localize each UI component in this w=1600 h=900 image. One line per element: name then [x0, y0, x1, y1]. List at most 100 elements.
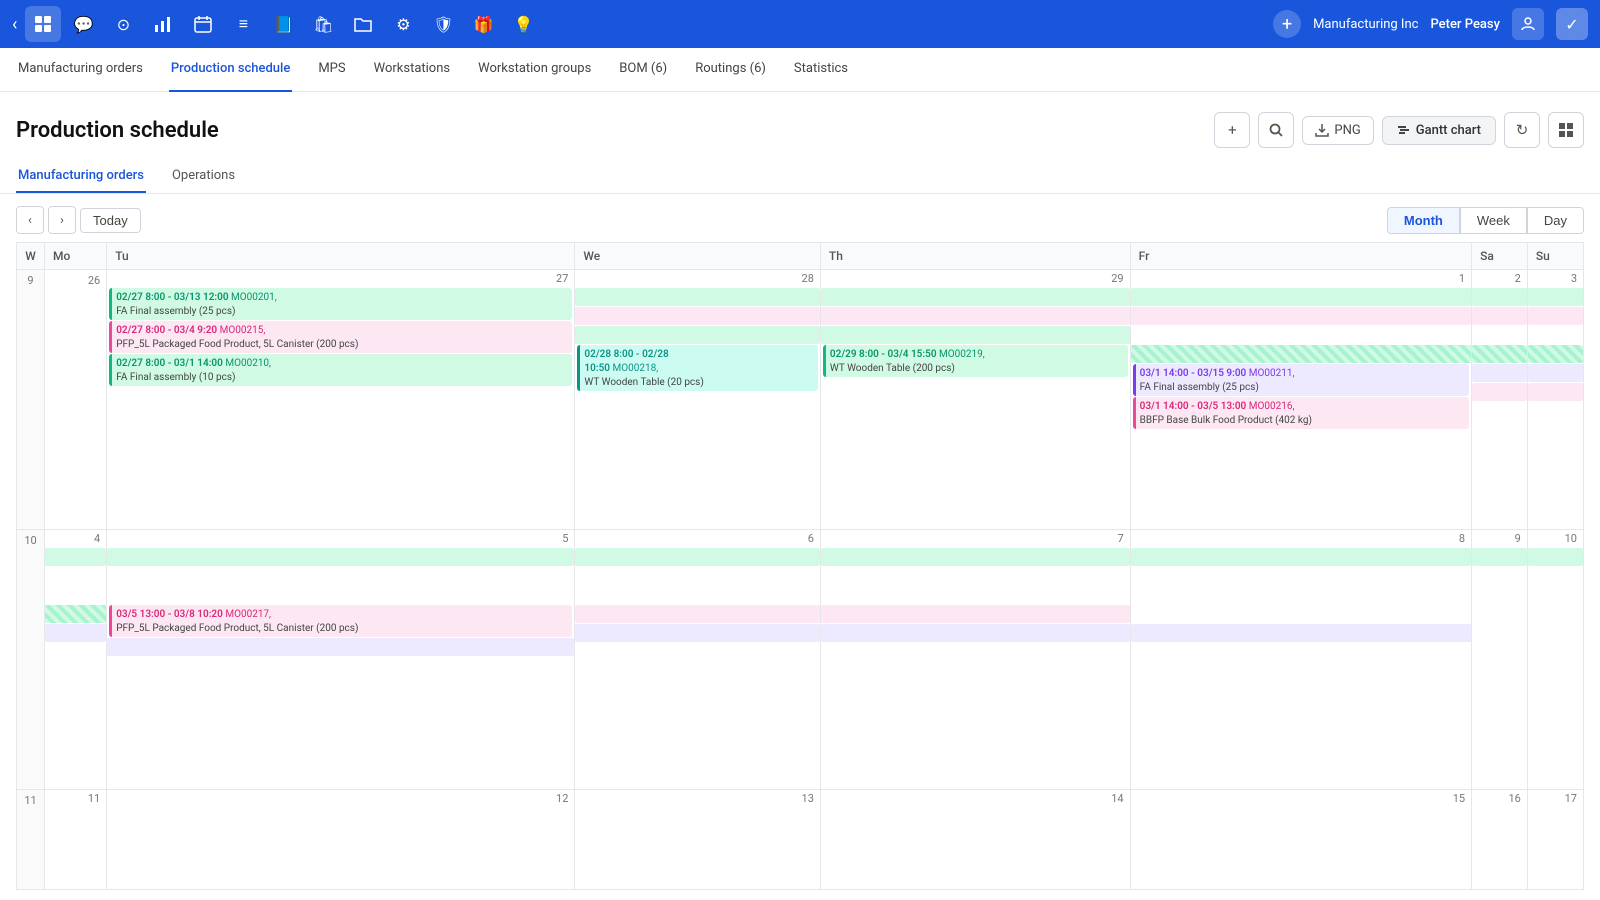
day-fri-8[interactable]: 8 [1130, 530, 1471, 790]
day-number: 15 [1131, 790, 1471, 807]
event-cont6-mo00211 [45, 624, 106, 642]
menu-production-schedule[interactable]: Production schedule [169, 48, 292, 92]
day-tue-5[interactable]: 5 03/5 13:00 - 03/8 10:20 MO00217, PFP_5… [107, 530, 575, 790]
subtab-operations[interactable]: Operations [170, 160, 237, 193]
list-icon[interactable]: ≡ [225, 6, 261, 42]
day-thu-7[interactable]: 7 [820, 530, 1130, 790]
event-cont5-mo00219 [1528, 345, 1583, 363]
export-png-button[interactable]: PNG [1302, 116, 1373, 145]
day-number: 28 [575, 270, 819, 287]
add-button[interactable]: + [1273, 10, 1301, 38]
day-number: 4 [45, 530, 106, 547]
gantt-chart-button[interactable]: Gantt chart [1382, 116, 1496, 145]
shield-icon[interactable]: 🛡 [425, 6, 461, 42]
day-fri-15[interactable]: 15 [1130, 790, 1471, 890]
day-mon-4[interactable]: 4 [45, 530, 107, 790]
day-view-button[interactable]: Day [1527, 207, 1584, 234]
event-mo00201[interactable]: 02/27 8:00 - 03/13 12:00 MO00201, FA Fin… [109, 288, 572, 320]
day-sun-17[interactable]: 17 [1527, 790, 1583, 890]
event-cont3-mo00201 [1131, 288, 1471, 306]
event-mo00210[interactable]: 02/27 8:00 - 03/1 14:00 MO00210, FA Fina… [109, 354, 572, 386]
event-cont3-mo00215 [1131, 307, 1471, 325]
header-actions: + PNG Gantt chart ↻ [1214, 112, 1584, 148]
search-button[interactable] [1258, 112, 1294, 148]
event-cont8-mo00211 [575, 624, 819, 642]
settings-icon[interactable]: ⚙ [385, 6, 421, 42]
subtab-manufacturing-orders[interactable]: Manufacturing orders [16, 160, 146, 193]
add-record-button[interactable]: + [1214, 112, 1250, 148]
event-mo00215[interactable]: 02/27 8:00 - 03/4 9:20 MO00215, PFP_5L P… [109, 321, 572, 353]
day-thu-29[interactable]: 29 02/29 8:00 - 03/4 15:50 MO00219, WT W… [820, 270, 1130, 530]
menu-manufacturing-orders[interactable]: Manufacturing orders [16, 48, 145, 92]
day-thu-14[interactable]: 14 [820, 790, 1130, 890]
discuss-icon[interactable]: 💬 [65, 6, 101, 42]
saturday-header: Sa [1472, 243, 1528, 270]
day-number: 10 [1528, 530, 1583, 547]
day-number: 3 [1528, 270, 1583, 287]
company-name: Manufacturing Inc [1313, 17, 1418, 32]
chart-icon[interactable] [145, 6, 181, 42]
view-selector: Month Week Day [1387, 207, 1584, 234]
bag-icon[interactable]: 🛍 [305, 6, 341, 42]
png-label: PNG [1334, 123, 1360, 138]
refresh-button[interactable]: ↻ [1504, 112, 1540, 148]
today-button[interactable]: Today [80, 208, 141, 233]
day-number: 11 [45, 790, 106, 807]
subtabs: Manufacturing orders Operations [0, 160, 1600, 194]
event-cont-mo00210 [575, 326, 819, 344]
event-mo00216[interactable]: 03/1 14:00 - 03/5 13:00 MO00216, BBFP Ba… [1133, 397, 1469, 429]
menu-statistics[interactable]: Statistics [792, 48, 850, 92]
day-fri-1[interactable]: 1 03/1 14:00 - 03/15 9:00 MO00211, FA Fi… [1130, 270, 1471, 530]
event-cont9-mo00217 [821, 605, 1130, 623]
day-wed-28[interactable]: 28 02/28 8:00 - 02/28 10:50 MO00218, WT … [575, 270, 820, 530]
calendar-icon[interactable] [185, 6, 221, 42]
menu-workstations[interactable]: Workstations [372, 48, 453, 92]
event-mo00218[interactable]: 02/28 8:00 - 02/28 10:50 MO00218, WT Woo… [577, 345, 817, 391]
app-icons: 💬 ⊙ ≡ 📘 🛍 ⚙ 🛡 🎁 💡 [25, 6, 1273, 42]
day-number: 26 [45, 272, 106, 289]
event-cont4-mo00211 [1472, 364, 1527, 382]
folder-icon[interactable] [345, 6, 381, 42]
day-sat-2[interactable]: 2 [1472, 270, 1528, 530]
app-icon-main[interactable] [25, 6, 61, 42]
clock-icon[interactable]: ⊙ [105, 6, 141, 42]
week-row-10: 10 4 5 03/5 13:00 - 03/8 [17, 530, 1584, 790]
prev-period-button[interactable]: ‹ [16, 206, 44, 234]
day-tue-12[interactable]: 12 [107, 790, 575, 890]
day-wed-6[interactable]: 6 [575, 530, 820, 790]
thursday-header: Th [820, 243, 1130, 270]
day-mon-11[interactable]: 11 [45, 790, 107, 890]
day-wed-13[interactable]: 13 [575, 790, 820, 890]
event-mo00217[interactable]: 03/5 13:00 - 03/8 10:20 MO00217, PFP_5L … [109, 605, 572, 637]
day-mon-26[interactable]: 26 [45, 270, 107, 530]
event-cont7-mo00201 [107, 548, 574, 566]
day-tue-27[interactable]: 27 02/27 8:00 - 03/13 12:00 MO00201, FA … [107, 270, 575, 530]
menu-workstation-groups[interactable]: Workstation groups [476, 48, 593, 92]
gift-icon[interactable]: 🎁 [465, 6, 501, 42]
event-cont7-mo00211 [107, 638, 574, 656]
view-toggle-button[interactable] [1548, 112, 1584, 148]
todo-icon[interactable]: ✓ [1556, 8, 1588, 40]
menu-bom[interactable]: BOM (6) [617, 48, 669, 92]
month-view-button[interactable]: Month [1387, 207, 1460, 234]
menu-routings[interactable]: Routings (6) [693, 48, 768, 92]
event-mo00219[interactable]: 02/29 8:00 - 03/4 15:50 MO00219, WT Wood… [823, 345, 1128, 377]
day-number: 29 [821, 270, 1130, 287]
day-sun-10[interactable]: 10 [1527, 530, 1583, 790]
day-sat-16[interactable]: 16 [1472, 790, 1528, 890]
menubar: Manufacturing orders Production schedule… [0, 48, 1600, 92]
back-button[interactable]: ‹ [12, 14, 17, 35]
event-cont10-mo00201 [1131, 548, 1471, 566]
menu-mps[interactable]: MPS [316, 48, 347, 92]
day-sun-3[interactable]: 3 [1527, 270, 1583, 530]
next-period-button[interactable]: › [48, 206, 76, 234]
bulb-icon[interactable]: 💡 [505, 6, 541, 42]
gantt-label: Gantt chart [1416, 123, 1481, 138]
day-sat-9[interactable]: 9 [1472, 530, 1528, 790]
day-number: 2 [1472, 270, 1527, 287]
book-icon[interactable]: 📘 [265, 6, 301, 42]
event-mo00211[interactable]: 03/1 14:00 - 03/15 9:00 MO00211, FA Fina… [1133, 364, 1469, 396]
week-view-button[interactable]: Week [1460, 207, 1527, 234]
user-avatar[interactable] [1512, 8, 1544, 40]
event-cont3-mo00219 [1131, 345, 1471, 363]
